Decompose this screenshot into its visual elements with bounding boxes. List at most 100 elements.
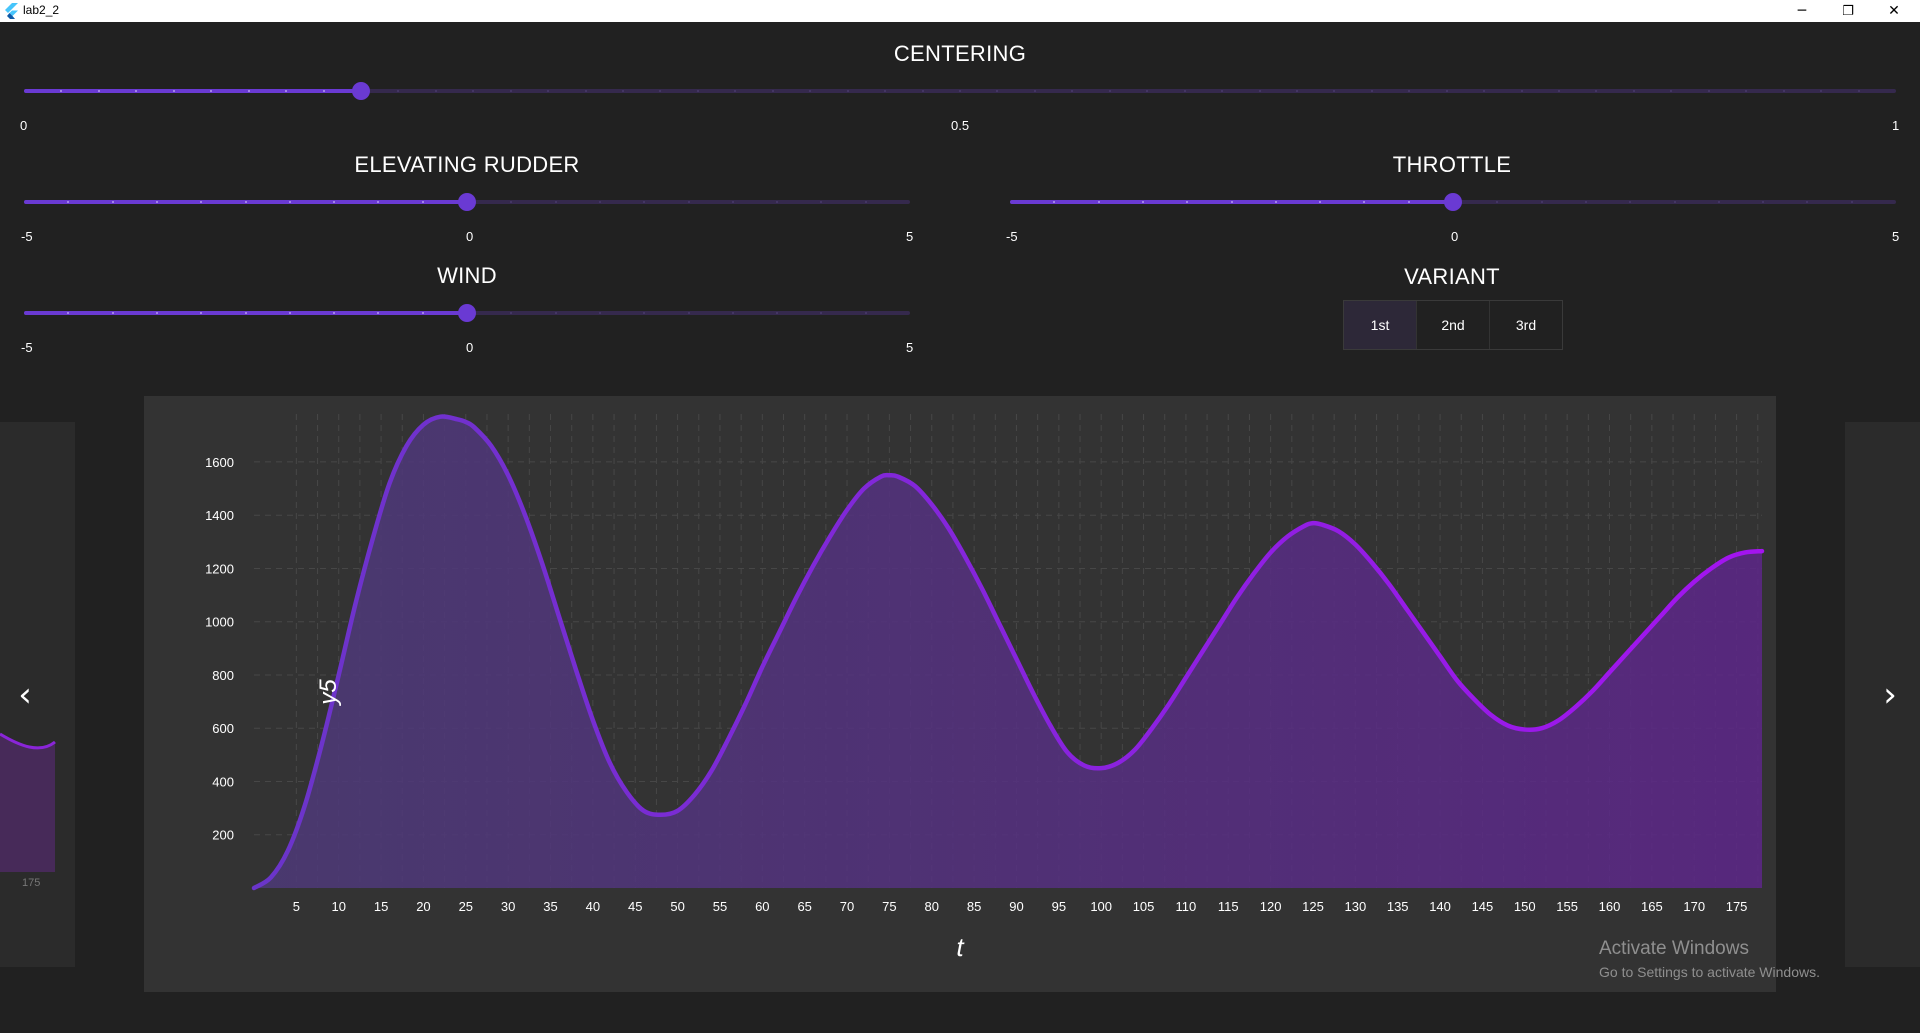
minimize-button[interactable]: ─: [1780, 0, 1824, 22]
elevating-rudder-mid-label: 0: [466, 229, 474, 244]
slider-tick: [547, 90, 550, 92]
slider-tick: [244, 312, 247, 314]
slider-tick: [155, 201, 158, 203]
x-tick-label: 160: [1599, 899, 1621, 914]
slider-tick: [820, 312, 823, 314]
slider-tick: [687, 201, 690, 203]
throttle-min-label: -5: [1006, 229, 1018, 244]
slider-thumb[interactable]: [458, 193, 476, 211]
throttle-max-label: 5: [1892, 229, 1900, 244]
previous-chart-tick-label: 175: [22, 877, 40, 889]
slider-tick: [155, 312, 158, 314]
slider-tick: [1146, 90, 1149, 92]
y-tick-label: 1600: [205, 455, 234, 470]
slider-tick: [809, 90, 812, 92]
chevron-right-icon[interactable]: ›: [1870, 675, 1910, 715]
throttle-slider[interactable]: [1010, 193, 1896, 211]
x-tick-label: 15: [374, 899, 388, 914]
y5-chart: 5 10 15 20 25 30 35 40 45 50 55 60 65 70 75 80 85 90 95 100…: [205, 414, 1765, 962]
slider-tick: [1820, 90, 1823, 92]
x-tick-label: 80: [925, 899, 939, 914]
slider-tick: [1717, 201, 1720, 203]
slider-tick: [244, 201, 247, 203]
slider-tick: [1595, 90, 1598, 92]
slider-thumb[interactable]: [351, 82, 370, 100]
x-axis-ticks: 5 10 15 20 25 30 35 40 45 50 55 60 65 70 75 80 85 90 95 100…: [293, 899, 1748, 914]
wind-slider[interactable]: [24, 304, 910, 322]
variant-option-2nd[interactable]: 2nd: [1417, 301, 1490, 349]
slider-tick: [472, 90, 475, 92]
x-tick-label: 35: [543, 899, 557, 914]
wind-max-label: 5: [906, 340, 914, 355]
x-tick-label: 75: [882, 899, 896, 914]
centering-slider[interactable]: [24, 82, 1896, 100]
y5-area-fill: [254, 416, 1762, 888]
slider-tick: [776, 201, 779, 203]
slider-tick: [696, 90, 699, 92]
slider-tick: [959, 90, 961, 92]
slider-tick: [1806, 201, 1809, 203]
chart-card: 5 10 15 20 25 30 35 40 45 50 55 60 65 70 75 80 85 90 95 100…: [144, 396, 1776, 992]
x-tick-label: 25: [459, 899, 473, 914]
slider-tick: [1540, 201, 1543, 203]
slider-tick: [1673, 201, 1676, 203]
slider-tick: [864, 201, 867, 203]
x-tick-label: 165: [1641, 899, 1663, 914]
x-tick-label: 120: [1260, 899, 1282, 914]
slider-tick: [598, 201, 601, 203]
slider-tick: [510, 201, 513, 203]
centering-min-label: 0: [20, 118, 28, 133]
variant-title: VARIANT: [1404, 264, 1500, 289]
x-tick-label: 170: [1683, 899, 1705, 914]
slider-tick: [643, 312, 646, 314]
window-title: lab2_2: [23, 3, 60, 17]
x-tick-label: 145: [1472, 899, 1494, 914]
slider-tick: [1097, 201, 1100, 203]
variant-option-3rd[interactable]: 3rd: [1490, 301, 1562, 349]
x-axis-label: t: [956, 932, 965, 962]
close-button[interactable]: ✕: [1872, 0, 1916, 22]
slider-tick: [509, 90, 512, 92]
chevron-left-icon[interactable]: ‹: [5, 675, 45, 715]
x-tick-label: 95: [1052, 899, 1066, 914]
slider-tick: [776, 312, 779, 314]
slider-tick: [1483, 90, 1486, 92]
centering-title: CENTERING: [893, 41, 1027, 66]
slider-tick: [1183, 90, 1186, 92]
slider-tick: [1258, 90, 1261, 92]
y-tick-label: 200: [212, 828, 234, 843]
variant-option-1st[interactable]: 1st: [1344, 301, 1417, 349]
slider-tick: [1782, 90, 1785, 92]
x-tick-label: 155: [1556, 899, 1578, 914]
x-tick-label: 30: [501, 899, 515, 914]
slider-thumb[interactable]: [1444, 193, 1462, 211]
slider-tick: [884, 90, 887, 92]
slider-tick: [1408, 90, 1411, 92]
restore-button[interactable]: ❐: [1826, 0, 1870, 22]
slider-tick: [1762, 201, 1765, 203]
x-tick-label: 5: [293, 899, 300, 914]
x-tick-label: 40: [586, 899, 600, 914]
slider-tick: [1520, 90, 1523, 92]
centering-max-label: 1: [1892, 118, 1900, 133]
elevating-rudder-slider[interactable]: [24, 193, 910, 211]
y-tick-label: 1000: [205, 615, 234, 630]
slider-tick: [397, 90, 400, 92]
x-tick-label: 55: [713, 899, 727, 914]
slider-tick: [247, 90, 250, 92]
y-axis-label: y5: [315, 679, 342, 707]
x-tick-label: 135: [1387, 899, 1409, 914]
x-tick-label: 130: [1344, 899, 1366, 914]
slider-tick: [622, 90, 625, 92]
slider-tick: [734, 90, 737, 92]
slider-tick: [584, 90, 587, 92]
slider-thumb[interactable]: [458, 304, 476, 322]
wind-title: WIND: [437, 263, 497, 288]
x-tick-label: 45: [628, 899, 642, 914]
x-tick-label: 100: [1090, 899, 1112, 914]
variant-segmented-control: 1st 2nd 3rd: [1343, 300, 1563, 350]
slider-tick: [111, 201, 114, 203]
x-tick-label: 50: [670, 899, 684, 914]
slider-tick: [820, 201, 823, 203]
x-tick-label: 60: [755, 899, 769, 914]
